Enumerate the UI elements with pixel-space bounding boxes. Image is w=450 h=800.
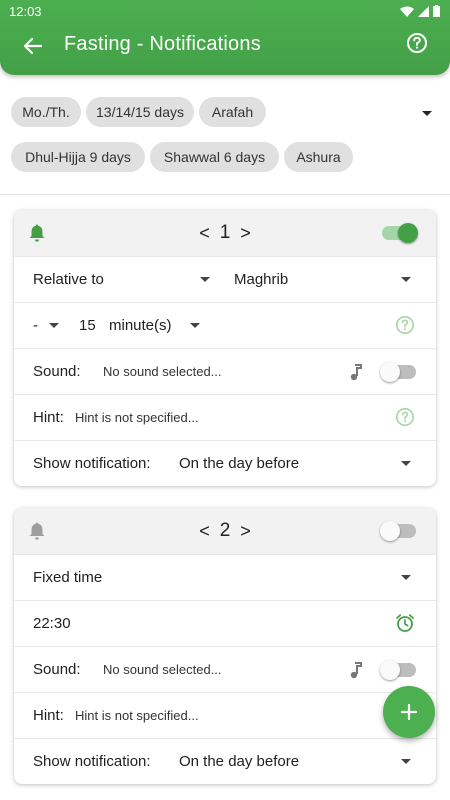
- toggle-knob: [380, 362, 400, 382]
- help-icon[interactable]: [395, 407, 415, 427]
- status-icons: [400, 5, 440, 17]
- show-notification-select[interactable]: On the day before: [179, 455, 299, 472]
- status-time: 12:03: [9, 3, 42, 19]
- chip-shawwal-6-days[interactable]: Shawwal 6 days: [150, 142, 279, 172]
- relative-row: Relative to Maghrib: [14, 256, 436, 302]
- dropdown-arrow-icon: [422, 111, 432, 116]
- show-notification-select[interactable]: On the day before: [179, 753, 299, 770]
- mode-dropdown-icon[interactable]: [401, 575, 411, 580]
- hint-label: Hint:: [33, 707, 64, 724]
- sound-value[interactable]: No sound selected...: [103, 662, 222, 677]
- chip-dhul-hijja-9-days[interactable]: Dhul-Hijja 9 days: [11, 142, 145, 172]
- notification-pager: < 1 >: [14, 222, 436, 244]
- help-icon: [407, 33, 427, 53]
- notification-enabled-toggle[interactable]: [382, 223, 418, 243]
- show-notification-row: Show notification: On the day before: [14, 440, 436, 486]
- mode-select[interactable]: Relative to: [33, 271, 104, 288]
- card-header: < 1 >: [14, 210, 436, 256]
- show-notification-dropdown-icon[interactable]: [401, 461, 411, 466]
- prayer-select[interactable]: Maghrib: [234, 271, 288, 288]
- hint-value[interactable]: Hint is not specified...: [75, 708, 199, 723]
- help-button[interactable]: [406, 32, 430, 56]
- show-notification-row: Show notification: On the day before: [14, 738, 436, 784]
- plus-icon: [401, 704, 417, 720]
- toggle-knob: [380, 660, 400, 680]
- page-title: Fasting - Notifications: [64, 33, 261, 55]
- notification-card-2: < 2 > Fixed time 22:30 Sound: No sound s…: [14, 508, 436, 784]
- sound-row: Sound: No sound selected...: [14, 348, 436, 394]
- wifi-icon: [400, 6, 414, 17]
- notification-enabled-toggle[interactable]: [380, 521, 416, 541]
- time-row: 22:30: [14, 600, 436, 646]
- sign-dropdown-icon[interactable]: [49, 323, 59, 328]
- mode-select[interactable]: Fixed time: [33, 569, 102, 586]
- help-icon[interactable]: [395, 315, 415, 335]
- mode-dropdown-icon[interactable]: [200, 277, 210, 282]
- notification-number: 2: [219, 520, 231, 541]
- chip-13-14-15-days[interactable]: 13/14/15 days: [86, 97, 194, 127]
- next-button[interactable]: >: [240, 521, 251, 542]
- hint-row: Hint: Hint is not specified...: [14, 394, 436, 440]
- sign-select[interactable]: -: [33, 317, 38, 334]
- show-notification-label: Show notification:: [33, 455, 151, 472]
- prayer-dropdown-icon[interactable]: [401, 277, 411, 282]
- hint-label: Hint:: [33, 409, 64, 426]
- previous-button[interactable]: <: [199, 521, 210, 542]
- toggle-knob: [380, 521, 400, 541]
- notification-pager: < 2 >: [14, 520, 436, 542]
- unit-dropdown-icon[interactable]: [190, 323, 200, 328]
- notification-card-1: < 1 > Relative to Maghrib - 15 minute(s)…: [14, 210, 436, 486]
- music-note-icon[interactable]: [349, 661, 363, 679]
- time-value[interactable]: 22:30: [33, 615, 71, 632]
- show-notification-dropdown-icon[interactable]: [401, 759, 411, 764]
- sound-row: Sound: No sound selected...: [14, 646, 436, 692]
- toolbar: Fasting - Notifications: [0, 22, 450, 75]
- app-bar: 12:03 Fasting - Notifications: [0, 0, 450, 75]
- arrow-back-icon: [24, 38, 42, 54]
- battery-icon: [433, 5, 440, 17]
- toggle-knob: [398, 223, 418, 243]
- offset-amount-input[interactable]: 15: [79, 317, 96, 334]
- mode-row: Fixed time: [14, 554, 436, 600]
- sound-toggle[interactable]: [380, 362, 416, 382]
- chip-arafah[interactable]: Arafah: [199, 97, 266, 127]
- chip-mo-th[interactable]: Mo./Th.: [11, 97, 81, 127]
- notification-number: 1: [219, 222, 231, 243]
- next-button[interactable]: >: [240, 223, 251, 244]
- offset-row: - 15 minute(s): [14, 302, 436, 348]
- sound-label: Sound:: [33, 661, 81, 678]
- music-note-icon[interactable]: [349, 363, 363, 381]
- alarm-clock-icon[interactable]: [395, 613, 415, 633]
- sound-value[interactable]: No sound selected...: [103, 364, 222, 379]
- hint-row: Hint: Hint is not specified...: [14, 692, 436, 738]
- back-button[interactable]: [20, 33, 46, 59]
- chip-ashura[interactable]: Ashura: [284, 142, 353, 172]
- chips-expand-button[interactable]: [420, 106, 434, 120]
- signal-icon: [418, 5, 429, 17]
- card-header: < 2 >: [14, 508, 436, 554]
- previous-button[interactable]: <: [199, 223, 210, 244]
- unit-select[interactable]: minute(s): [109, 317, 172, 334]
- sound-toggle[interactable]: [380, 660, 416, 680]
- show-notification-label: Show notification:: [33, 753, 151, 770]
- sound-label: Sound:: [33, 363, 81, 380]
- add-notification-button[interactable]: [383, 686, 435, 738]
- fasting-type-chips: Mo./Th. 13/14/15 days Arafah Dhul-Hijja …: [0, 75, 450, 195]
- status-bar: 12:03: [0, 0, 450, 22]
- hint-value[interactable]: Hint is not specified...: [75, 410, 199, 425]
